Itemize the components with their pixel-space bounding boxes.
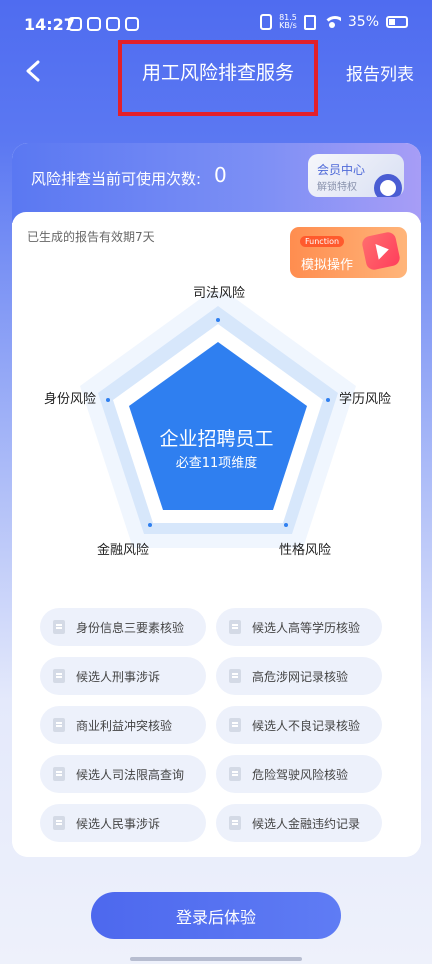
check-item-label: 商业利益冲突核验 bbox=[76, 718, 173, 733]
check-item: 候选人不良记录核验 bbox=[216, 706, 382, 744]
check-item-label: 候选人民事涉诉 bbox=[76, 816, 161, 831]
risk-radar: 司法风险 学历风险 性格风险 金融风险 身份风险 企业招聘员工 必查11项维度 bbox=[12, 286, 421, 582]
usage-header: 风险排查当前可使用次数: 0 会员中心 解锁特权 bbox=[12, 143, 421, 223]
check-item-label: 候选人刑事涉诉 bbox=[76, 669, 161, 684]
radar-axis-label: 身份风险 bbox=[44, 392, 97, 407]
radar-center-title: 企业招聘员工 bbox=[159, 428, 274, 450]
battery-icon bbox=[386, 16, 408, 28]
check-item-label: 危险驾驶风险核验 bbox=[252, 767, 349, 782]
app-notification-icon bbox=[106, 17, 120, 31]
check-item: 高危涉网记录核验 bbox=[216, 657, 382, 695]
check-item: 商业利益冲突核验 bbox=[40, 706, 206, 744]
app-notification-icon bbox=[68, 17, 82, 31]
simulate-label: 模拟操作 bbox=[301, 258, 354, 273]
network-speed: 81.5 KB/s bbox=[279, 14, 297, 30]
check-item-label: 候选人不良记录核验 bbox=[252, 718, 361, 733]
check-item: 候选人民事涉诉 bbox=[40, 804, 206, 842]
check-item-label: 候选人司法限高查询 bbox=[76, 767, 185, 782]
check-item: 候选人刑事涉诉 bbox=[40, 657, 206, 695]
tiktok-icon bbox=[87, 17, 101, 31]
check-item-label: 身份信息三要素核验 bbox=[76, 620, 185, 635]
check-item: 候选人高等学历核验 bbox=[216, 608, 382, 646]
function-tag: Function bbox=[300, 236, 345, 247]
no-sim-icon bbox=[303, 14, 316, 30]
network-speed-unit: KB/s bbox=[279, 21, 297, 30]
check-item: 危险驾驶风险核验 bbox=[216, 755, 382, 793]
document-icon bbox=[53, 669, 65, 683]
document-icon bbox=[53, 767, 65, 781]
member-badge-icon bbox=[374, 174, 402, 197]
document-icon bbox=[229, 669, 241, 683]
check-item: 候选人金融违约记录 bbox=[216, 804, 382, 842]
vibrate-icon bbox=[260, 14, 273, 30]
member-center-button[interactable]: 会员中心 解锁特权 bbox=[308, 154, 404, 197]
chevron-left-icon bbox=[26, 60, 40, 82]
check-item: 身份信息三要素核验 bbox=[40, 608, 206, 646]
validity-note: 已生成的报告有效期7天 bbox=[27, 230, 155, 244]
radar-axis-label: 性格风险 bbox=[279, 543, 332, 558]
app-notification-icon bbox=[125, 17, 139, 31]
status-indicators: 81.5 KB/s 35% bbox=[260, 14, 408, 30]
usage-label: 风险排查当前可使用次数: bbox=[31, 170, 202, 188]
check-item: 候选人司法限高查询 bbox=[40, 755, 206, 793]
back-button[interactable] bbox=[18, 56, 48, 86]
content-panel: 已生成的报告有效期7天 Function 模拟操作 司法风险 学历风险 性格风险… bbox=[12, 212, 421, 857]
page-title: 用工风险排查服务 bbox=[118, 40, 318, 116]
document-icon bbox=[229, 620, 241, 634]
nav-bar: 用工风险排查服务 报告列表 bbox=[0, 40, 432, 116]
document-icon bbox=[229, 718, 241, 732]
report-list-link[interactable]: 报告列表 bbox=[346, 60, 414, 85]
document-icon bbox=[229, 767, 241, 781]
radar-center-subtitle: 必查11项维度 bbox=[175, 456, 258, 471]
main-card: 风险排查当前可使用次数: 0 会员中心 解锁特权 已生成的报告有效期7天 Fun… bbox=[12, 143, 421, 857]
radar-axis-label: 学历风险 bbox=[339, 392, 392, 407]
document-icon bbox=[53, 620, 65, 634]
member-center-subtitle: 解锁特权 bbox=[317, 182, 357, 193]
status-app-icons bbox=[68, 17, 139, 31]
document-icon bbox=[229, 816, 241, 830]
check-item-label: 候选人高等学历核验 bbox=[252, 620, 361, 635]
usage-count: 0 bbox=[214, 163, 227, 187]
wifi-icon bbox=[322, 16, 341, 28]
play-icon bbox=[360, 230, 402, 272]
home-indicator[interactable] bbox=[130, 957, 302, 961]
simulate-button[interactable]: Function 模拟操作 bbox=[290, 227, 407, 278]
check-item-label: 候选人金融违约记录 bbox=[252, 816, 361, 831]
radar-axis-label: 司法风险 bbox=[193, 286, 246, 301]
battery-level: 35% bbox=[347, 14, 379, 30]
login-button[interactable]: 登录后体验 bbox=[91, 892, 341, 939]
check-item-label: 高危涉网记录核验 bbox=[252, 669, 349, 684]
document-icon bbox=[53, 816, 65, 830]
radar-axis-label: 金融风险 bbox=[97, 543, 150, 558]
document-icon bbox=[53, 718, 65, 732]
member-center-title: 会员中心 bbox=[317, 163, 366, 177]
